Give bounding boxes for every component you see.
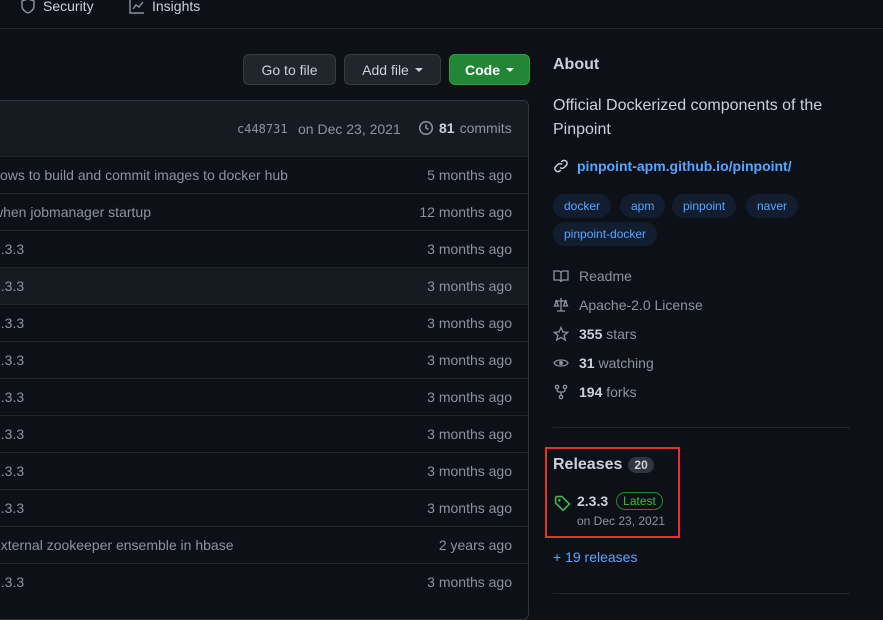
homepage-link-label: pinpoint-apm.github.io/pinpoint/	[577, 158, 792, 174]
commit-time: 3 months ago	[427, 463, 512, 479]
eye-icon	[553, 359, 569, 367]
commit-message[interactable]: 2.3.3	[0, 352, 24, 368]
tab-insights[interactable]: Insights	[129, 0, 200, 16]
table-row[interactable]: 2.3.3 3 months ago	[0, 304, 528, 341]
shield-icon	[21, 0, 35, 14]
commit-message[interactable]: flows to build and commit images to dock…	[0, 167, 288, 183]
history-icon	[418, 120, 434, 136]
tag-icon	[554, 495, 571, 515]
latest-badge: Latest	[616, 492, 663, 510]
readme-link[interactable]: Readme	[553, 268, 632, 284]
watching-label: watching	[598, 355, 654, 371]
license-label: Apache-2.0 License	[579, 297, 703, 313]
table-row[interactable]: 2.3.3 3 months ago	[0, 415, 528, 452]
table-row[interactable]: flows to build and commit images to dock…	[0, 156, 528, 193]
tab-insights-label: Insights	[152, 0, 201, 14]
releases-count-badge: 20	[628, 457, 654, 473]
watching-count: 31	[579, 355, 595, 371]
fork-icon	[554, 384, 568, 400]
commit-message[interactable]: 2.3.3	[0, 315, 24, 331]
chevron-down-icon	[414, 67, 423, 72]
release-date: on Dec 23, 2021	[577, 514, 666, 528]
go-to-file-label: Go to file	[261, 61, 318, 78]
table-row[interactable]: 2.3.3 3 months ago	[0, 341, 528, 378]
sidebar-divider	[553, 427, 850, 428]
table-row[interactable]: 2.3.3 3 months ago	[0, 230, 528, 267]
commit-time: 3 months ago	[427, 500, 512, 516]
commit-time: 5 months ago	[427, 167, 512, 183]
topic-tag[interactable]: pinpoint-docker	[553, 222, 658, 246]
watching-link[interactable]: 31 watching	[553, 355, 654, 371]
commit-message[interactable]: 2.3.3	[0, 426, 24, 442]
commit-date: on Dec 23, 2021	[298, 121, 401, 137]
book-icon	[553, 270, 569, 283]
table-row[interactable]: external zookeeper ensemble in hbase 2 y…	[0, 526, 528, 563]
tab-security-label: Security	[43, 0, 94, 14]
topic-tag[interactable]: naver	[746, 194, 799, 218]
go-to-file-button[interactable]: Go to file	[243, 54, 336, 85]
commits-link[interactable]: 81 commits	[418, 120, 512, 136]
table-row[interactable]: 2.3.3 3 months ago	[0, 267, 528, 304]
commit-time: 3 months ago	[427, 278, 512, 294]
commit-time: 2 years ago	[438, 537, 512, 553]
commit-time: 12 months ago	[419, 204, 512, 220]
stars-count: 355	[579, 326, 603, 342]
commits-count: 81	[439, 120, 455, 136]
commit-message[interactable]: 2.3.3	[0, 278, 24, 294]
homepage-link[interactable]: pinpoint-apm.github.io/pinpoint/	[553, 158, 792, 174]
forks-count: 194	[579, 384, 603, 400]
more-releases-link[interactable]: + 19 releases	[553, 549, 637, 565]
commit-time: 3 months ago	[427, 315, 512, 331]
topic-tag[interactable]: apm	[620, 194, 666, 218]
latest-commit-bar: c448731 on Dec 23, 2021 81 commits	[0, 101, 528, 157]
commits-label: commits	[459, 120, 512, 136]
commit-time: 3 months ago	[427, 241, 512, 257]
add-file-button[interactable]: Add file	[344, 54, 441, 85]
table-row[interactable]: 2.3.3 3 months ago	[0, 452, 528, 489]
code-button[interactable]: Code	[449, 54, 530, 85]
release-version[interactable]: 2.3.3	[577, 493, 608, 509]
stars-link[interactable]: 355 stars	[553, 326, 637, 342]
topic-tag[interactable]: pinpoint	[672, 194, 737, 218]
commit-message[interactable]: external zookeeper ensemble in hbase	[0, 537, 234, 553]
graph-icon	[129, 0, 144, 14]
commit-time: 3 months ago	[427, 574, 512, 590]
commit-message[interactable]: 2.3.3	[0, 463, 24, 479]
stars-label: stars	[606, 326, 637, 342]
tab-security[interactable]: Security	[20, 0, 94, 16]
releases-heading: Releases	[553, 456, 623, 473]
commit-time: 3 months ago	[427, 389, 512, 405]
chevron-down-icon	[506, 67, 514, 72]
commit-time: 3 months ago	[427, 426, 512, 442]
repo-description: Official Dockerized components of the Pi…	[553, 97, 823, 138]
forks-label: forks	[606, 384, 637, 400]
commit-message[interactable]: 2.3.3	[0, 389, 24, 405]
commit-message[interactable]: 2.3.3	[0, 500, 24, 516]
commit-message[interactable]: 2.3.3	[0, 241, 24, 257]
table-row[interactable]: 2.3.3 3 months ago	[0, 489, 528, 526]
commit-message[interactable]: 2.3.3	[0, 574, 24, 590]
law-icon	[553, 298, 569, 312]
latest-release[interactable]: 2.3.3 Latest	[577, 492, 663, 510]
readme-label: Readme	[579, 268, 632, 284]
add-file-label: Add file	[362, 61, 409, 78]
code-label: Code	[465, 61, 500, 78]
link-icon	[554, 159, 568, 173]
file-table: c448731 on Dec 23, 2021 81 commits flows…	[0, 100, 529, 620]
table-row[interactable]: 2.3.3 3 months ago	[0, 563, 528, 600]
releases-header[interactable]: Releases 20	[553, 456, 654, 474]
table-row[interactable]: when jobmanager startup 12 months ago	[0, 193, 528, 230]
sidebar-divider	[553, 593, 850, 594]
about-heading: About	[553, 56, 600, 73]
star-icon	[553, 326, 569, 342]
forks-link[interactable]: 194 forks	[553, 384, 637, 400]
license-link[interactable]: Apache-2.0 License	[553, 297, 703, 313]
topic-tag[interactable]: docker	[553, 194, 612, 218]
commit-time: 3 months ago	[427, 352, 512, 368]
commit-sha[interactable]: c448731	[237, 122, 288, 136]
table-row[interactable]: 2.3.3 3 months ago	[0, 378, 528, 415]
commit-message[interactable]: when jobmanager startup	[0, 204, 151, 220]
